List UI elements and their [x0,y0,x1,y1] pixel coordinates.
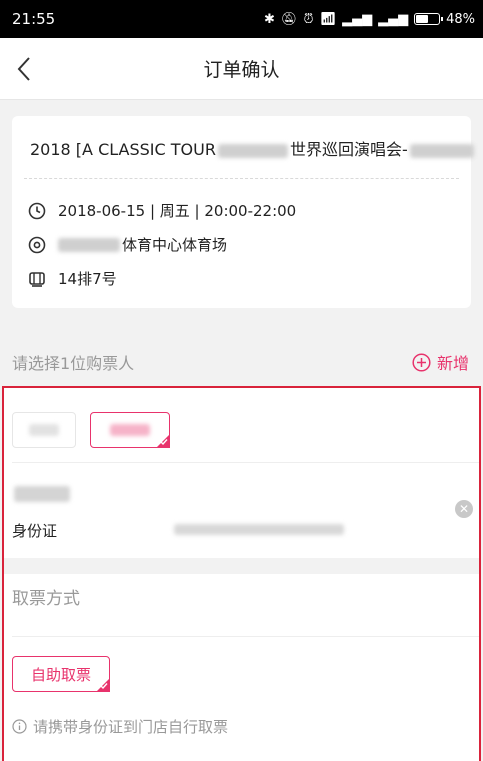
mute-icon: 🔕︎ [280,11,298,27]
add-buyer-label: 新增 [436,354,469,373]
remove-buyer-button[interactable]: ✕ [455,500,473,518]
redacted-text [110,424,150,436]
event-title: 2018 [A CLASSIC TOUR 世界巡回演唱会- [30,136,474,160]
id-number-redacted [174,524,344,535]
signal-icon: ▂▄▆ [342,11,373,27]
divider [24,178,459,179]
event-datetime: 2018-06-15 | 周五 | 20:00-22:00 [58,202,297,220]
buyer-chip[interactable] [12,412,76,448]
event-seat: 14排7号 [58,270,117,288]
battery-percent: 48% [446,11,475,27]
buyer-prompt: 请选择1位购票人 [12,354,135,373]
buyer-name-redacted [14,486,70,502]
pickup-label: 取票方式 [12,589,80,609]
event-seat-row: 14排7号 [28,268,117,289]
close-icon: ✕ [458,502,470,516]
add-buyer-button[interactable]: 新增 [412,350,469,374]
id-type-label: 身份证 [12,522,58,540]
buyer-pickup-panel: 身份证 ✕ 取票方式 自助取票 请携带身份证到门店自行取票 [2,386,481,761]
pickup-method-self-service[interactable]: 自助取票 [12,656,110,692]
buyer-details: 身份证 ✕ [4,388,479,558]
signal-icon-2: ▂▄▆ [378,11,409,27]
divider [12,462,479,463]
back-button[interactable] [6,50,42,88]
nav-bar: 订单确认 [0,38,483,100]
event-venue: 体育中心体育场 [58,234,227,255]
pickup-section: 取票方式 自助取票 请携带身份证到门店自行取票 [4,574,479,761]
info-icon [12,719,27,734]
clock-icon [28,202,46,219]
redacted-text [29,424,59,436]
seat-icon [29,271,45,287]
buyer-section-header: 请选择1位购票人 新增 [0,340,483,384]
check-icon [100,683,108,690]
bluetooth-icon: ✱ [264,11,275,27]
divider [12,636,479,637]
location-icon [28,236,46,253]
status-time: 21:55 [12,10,56,28]
buyer-chip-selected[interactable] [90,412,170,448]
event-venue-row: 体育中心体育场 [28,234,227,255]
event-card: 2018 [A CLASSIC TOUR 世界巡回演唱会- 2018-06-15 … [12,116,474,308]
redacted-text [409,143,474,158]
wifi-icon: 📶︎ [319,11,337,27]
alarm-icon: ⏰︎ [303,11,314,27]
redacted-text [217,143,288,158]
page-title: 订单确认 [203,59,280,81]
chevron-left-icon [17,57,30,81]
status-bar: 21:55 ✱ 🔕︎ ⏰︎ 📶︎ ▂▄▆ ▂▄▆ 48% [0,0,483,38]
redacted-text [58,237,120,252]
plus-circle-icon [412,352,431,372]
event-datetime-row: 2018-06-15 | 周五 | 20:00-22:00 [28,200,296,221]
pickup-tip: 请携带身份证到门店自行取票 [12,716,228,737]
battery-icon [414,13,444,25]
check-icon [160,439,168,446]
